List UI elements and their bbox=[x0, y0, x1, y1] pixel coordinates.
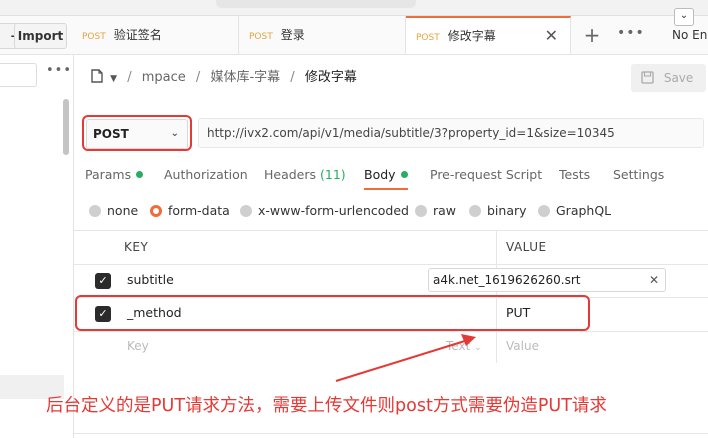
divider bbox=[73, 433, 708, 434]
annotation-text: 后台定义的是PUT请求方法，需要上传文件则post方式需要伪造PUT请求 bbox=[46, 396, 607, 416]
annotation-arrow-icon bbox=[335, 334, 476, 382]
